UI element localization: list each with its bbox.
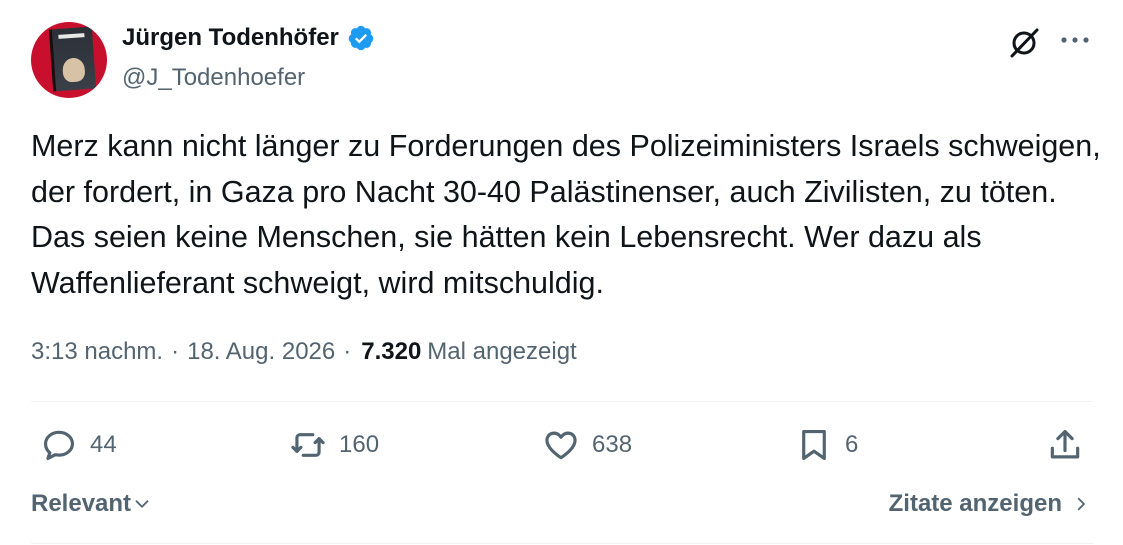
more-icon[interactable] <box>1058 30 1092 50</box>
chevron-right-icon <box>1077 497 1085 511</box>
reply-count: 44 <box>90 431 117 458</box>
chevron-down-icon <box>135 500 149 508</box>
author-avatar[interactable] <box>31 22 107 98</box>
sort-label: Relevant <box>31 490 132 517</box>
author-handle[interactable]: @J_Todenhoefer <box>122 64 305 92</box>
verified-badge-icon[interactable] <box>347 24 375 52</box>
quotes-label: Zitate anzeigen <box>888 490 1062 517</box>
divider <box>31 401 1093 402</box>
author-name-row: Jürgen Todenhöfer <box>122 24 375 52</box>
grok-icon[interactable] <box>1006 25 1042 61</box>
bookmark-button[interactable]: 6 <box>795 426 858 464</box>
heart-icon <box>545 431 577 460</box>
view-quotes-link[interactable]: Zitate anzeigen <box>889 490 1090 518</box>
meta-separator: · <box>343 338 352 365</box>
bookmark-count: 6 <box>845 431 859 458</box>
avatar-book-image <box>48 26 97 92</box>
sort-dropdown[interactable]: Relevant <box>31 490 153 518</box>
tweet-date[interactable]: 18. Aug. 2026 <box>187 338 335 366</box>
share-button[interactable] <box>1046 426 1084 464</box>
meta-separator: · <box>171 338 180 365</box>
share-icon <box>1050 429 1080 459</box>
divider <box>31 543 1093 544</box>
repost-icon <box>291 433 325 457</box>
tweet-text: Merz kann nicht länger zu Forderungen de… <box>31 129 1110 300</box>
tweet-time[interactable]: 3:13 nachm. <box>31 338 163 366</box>
action-bar: 44 160 638 6 <box>0 420 1123 476</box>
views-count[interactable]: 7.320 <box>361 338 421 366</box>
repost-button[interactable]: 160 <box>289 426 379 464</box>
repost-count: 160 <box>339 431 380 458</box>
author-display-name[interactable]: Jürgen Todenhöfer <box>122 24 339 52</box>
like-count: 638 <box>592 431 633 458</box>
like-button[interactable]: 638 <box>542 426 632 464</box>
reply-button[interactable]: 44 <box>40 426 117 464</box>
bookmark-icon <box>802 429 826 461</box>
tweet-meta: 3:13 nachm. · 18. Aug. 2026 · 7.320 Mal … <box>31 338 577 366</box>
views-label: Mal angezeigt <box>427 338 577 365</box>
reply-icon <box>43 430 75 461</box>
